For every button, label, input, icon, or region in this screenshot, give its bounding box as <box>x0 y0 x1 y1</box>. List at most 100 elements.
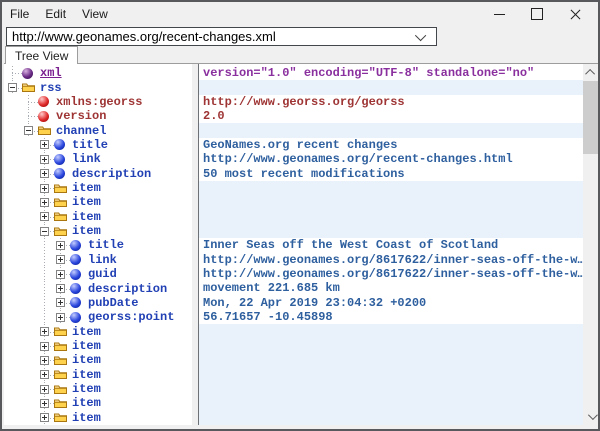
expand-plus-icon[interactable] <box>56 241 65 250</box>
tree-node-label[interactable]: rss <box>40 81 62 95</box>
tree-row[interactable]: item <box>4 411 192 425</box>
menu-view[interactable]: View <box>82 7 108 21</box>
url-input[interactable]: http://www.geonames.org/recent-changes.x… <box>7 29 418 44</box>
expand-plus-icon[interactable] <box>40 356 49 365</box>
tree-node-label[interactable]: channel <box>56 124 106 138</box>
tree-node-label[interactable]: guid <box>88 267 117 281</box>
maximize-icon <box>531 8 543 20</box>
tree-row[interactable]: item <box>4 382 192 396</box>
expand-plus-icon[interactable] <box>40 413 49 422</box>
tab-tree-view[interactable]: Tree View <box>5 46 78 64</box>
value-row: 50 most recent modifications <box>199 167 583 181</box>
tree-row[interactable]: channel <box>4 123 192 137</box>
collapse-minus-icon[interactable] <box>40 227 49 236</box>
expand-plus-icon[interactable] <box>56 284 65 293</box>
tree-node-label[interactable]: item <box>72 382 101 396</box>
scroll-up-button[interactable] <box>583 64 600 81</box>
tree-node-label[interactable]: xmlns:georss <box>56 95 142 109</box>
tree-row[interactable]: link <box>4 253 192 267</box>
expand-plus-icon[interactable] <box>40 169 49 178</box>
menu-edit[interactable]: Edit <box>45 7 66 21</box>
value-row: http://www.geonames.org/8617622/inner-se… <box>199 267 583 281</box>
tree-row[interactable]: item <box>4 210 192 224</box>
tree-node-label[interactable]: item <box>72 396 101 410</box>
tree-connector <box>20 95 36 109</box>
tree-node-label[interactable]: item <box>72 339 101 353</box>
value-row-empty <box>199 339 583 353</box>
tree-indent-guide <box>20 253 36 267</box>
tree-node-label[interactable]: version <box>56 109 106 123</box>
maximize-button[interactable] <box>518 3 556 25</box>
expand-plus-icon[interactable] <box>40 184 49 193</box>
tree-row[interactable]: item <box>4 195 192 209</box>
folder-icon <box>54 211 67 223</box>
tree-node-label[interactable]: xml <box>40 66 62 80</box>
xml-tree-pane[interactable]: xmlrssxmlns:georssversionchanneltitlelin… <box>4 64 192 425</box>
expand-plus-icon[interactable] <box>40 327 49 336</box>
expand-plus-icon[interactable] <box>40 155 49 164</box>
expand-plus-icon[interactable] <box>40 342 49 351</box>
tree-node-label[interactable]: item <box>72 411 101 425</box>
tree-node-label[interactable]: description <box>88 282 167 296</box>
tree-row[interactable]: georss:point <box>4 310 192 324</box>
close-button[interactable] <box>556 3 594 25</box>
tree-row[interactable]: item <box>4 368 192 382</box>
tree-row[interactable]: link <box>4 152 192 166</box>
tree-node-label[interactable]: item <box>72 195 101 209</box>
tree-node-label[interactable]: pubDate <box>88 296 138 310</box>
vertical-scrollbar[interactable] <box>583 64 600 425</box>
tree-row[interactable]: item <box>4 396 192 410</box>
expand-plus-icon[interactable] <box>40 140 49 149</box>
tree-row[interactable]: xmlns:georss <box>4 95 192 109</box>
element-icon <box>70 254 83 266</box>
expand-plus-icon[interactable] <box>40 385 49 394</box>
tree-row[interactable]: item <box>4 324 192 338</box>
collapse-minus-icon[interactable] <box>8 83 17 92</box>
tree-node-label[interactable]: link <box>72 152 101 166</box>
expand-plus-icon[interactable] <box>40 198 49 207</box>
tree-row[interactable]: pubDate <box>4 296 192 310</box>
expand-plus-icon[interactable] <box>56 255 65 264</box>
menu-file[interactable]: File <box>10 7 29 21</box>
tree-row[interactable]: description <box>4 281 192 295</box>
expand-plus-icon[interactable] <box>40 399 49 408</box>
tree-row[interactable]: item <box>4 353 192 367</box>
tree-node-label[interactable]: georss:point <box>88 310 174 324</box>
tree-node-label[interactable]: title <box>88 238 124 252</box>
value-row-empty <box>199 210 583 224</box>
tree-node-label[interactable]: item <box>72 368 101 382</box>
expand-plus-icon[interactable] <box>56 270 65 279</box>
tree-row[interactable]: item <box>4 181 192 195</box>
expand-plus-icon[interactable] <box>56 313 65 322</box>
tree-row[interactable]: item <box>4 339 192 353</box>
tree-row[interactable]: version <box>4 109 192 123</box>
tree-row[interactable]: title <box>4 238 192 252</box>
tree-connector <box>52 281 68 295</box>
minimize-button[interactable] <box>480 3 518 25</box>
tree-row[interactable]: xml <box>4 66 192 80</box>
tree-row[interactable]: item <box>4 224 192 238</box>
scrollbar-thumb[interactable] <box>583 81 600 154</box>
tree-node-label[interactable]: description <box>72 167 151 181</box>
expand-plus-icon[interactable] <box>40 370 49 379</box>
pane-splitter[interactable] <box>192 64 199 425</box>
tree-node-label[interactable]: item <box>72 325 101 339</box>
tree-node-label[interactable]: item <box>72 353 101 367</box>
tree-node-label[interactable]: link <box>88 253 117 267</box>
tree-node-label[interactable]: item <box>72 210 101 224</box>
tree-indent-guide <box>36 310 52 324</box>
scroll-down-button[interactable] <box>583 408 600 425</box>
expand-plus-icon[interactable] <box>40 212 49 221</box>
tree-row[interactable]: title <box>4 138 192 152</box>
value-row-empty <box>199 195 583 209</box>
tree-indent-guide <box>20 339 36 353</box>
expand-plus-icon[interactable] <box>56 298 65 307</box>
tree-row[interactable]: guid <box>4 267 192 281</box>
tree-row[interactable]: rss <box>4 80 192 94</box>
tree-node-label[interactable]: item <box>72 181 101 195</box>
collapse-minus-icon[interactable] <box>24 126 33 135</box>
tree-node-label[interactable]: title <box>72 138 108 152</box>
tree-node-label[interactable]: item <box>72 224 101 238</box>
url-combobox[interactable]: http://www.geonames.org/recent-changes.x… <box>6 27 437 46</box>
tree-row[interactable]: description <box>4 167 192 181</box>
